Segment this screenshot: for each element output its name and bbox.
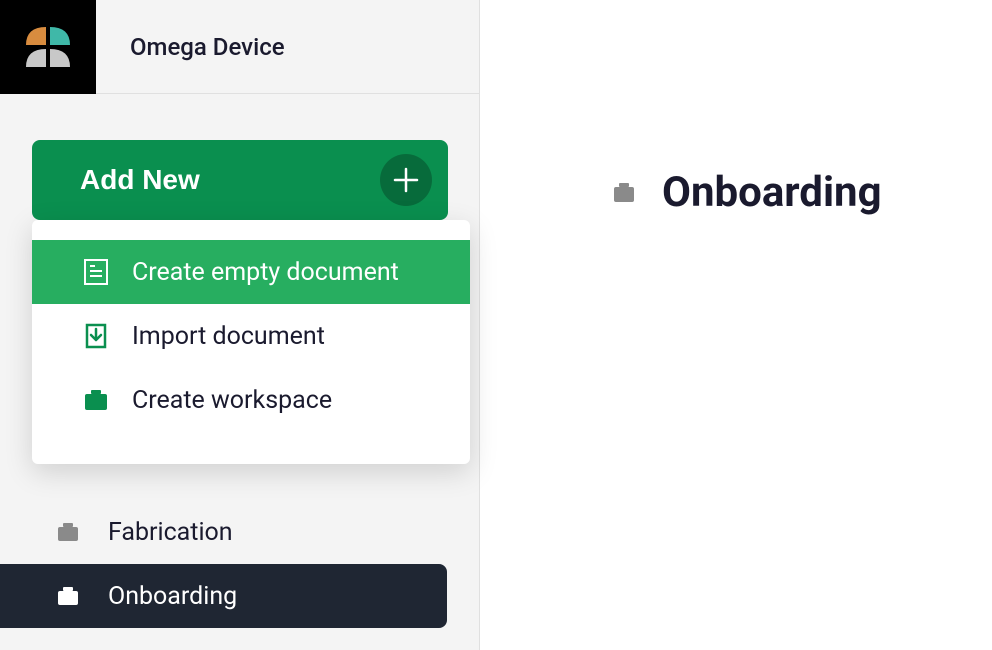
sidebar-body: Add New Create empty document Import doc… — [0, 94, 479, 628]
main-content: Onboarding — [480, 0, 992, 650]
nav-item-onboarding[interactable]: Onboarding — [0, 564, 447, 628]
nav-item-label: Onboarding — [108, 582, 237, 611]
dropdown-item-import-document[interactable]: Import document — [32, 304, 470, 368]
nav-item-label: Fabrication — [108, 518, 233, 547]
nav-list: Fabrication Onboarding — [0, 500, 479, 628]
dropdown-item-create-document[interactable]: Create empty document — [32, 240, 470, 304]
briefcase-icon — [80, 384, 112, 416]
briefcase-icon — [56, 520, 80, 544]
import-icon — [80, 320, 112, 352]
logo-icon — [26, 27, 70, 67]
sidebar-header: Omega Device — [0, 0, 479, 94]
app-logo[interactable] — [0, 0, 96, 94]
page-title: Onboarding — [662, 168, 882, 217]
dropdown-item-label: Create workspace — [132, 386, 332, 415]
add-new-label: Add New — [80, 164, 200, 196]
briefcase-icon — [56, 584, 80, 608]
dropdown-item-create-workspace[interactable]: Create workspace — [32, 368, 470, 432]
nav-item-fabrication[interactable]: Fabrication — [0, 500, 479, 564]
dropdown-item-label: Import document — [132, 322, 325, 351]
plus-icon — [380, 154, 432, 206]
briefcase-icon — [610, 179, 638, 207]
dropdown-item-label: Create empty document — [132, 258, 399, 287]
page-header: Onboarding — [610, 168, 992, 217]
add-new-dropdown: Create empty document Import document Cr… — [32, 220, 470, 464]
add-new-button[interactable]: Add New — [32, 140, 448, 220]
sidebar: Omega Device Add New Create empty docume… — [0, 0, 480, 650]
workspace-title[interactable]: Omega Device — [96, 33, 285, 61]
document-icon — [80, 256, 112, 288]
